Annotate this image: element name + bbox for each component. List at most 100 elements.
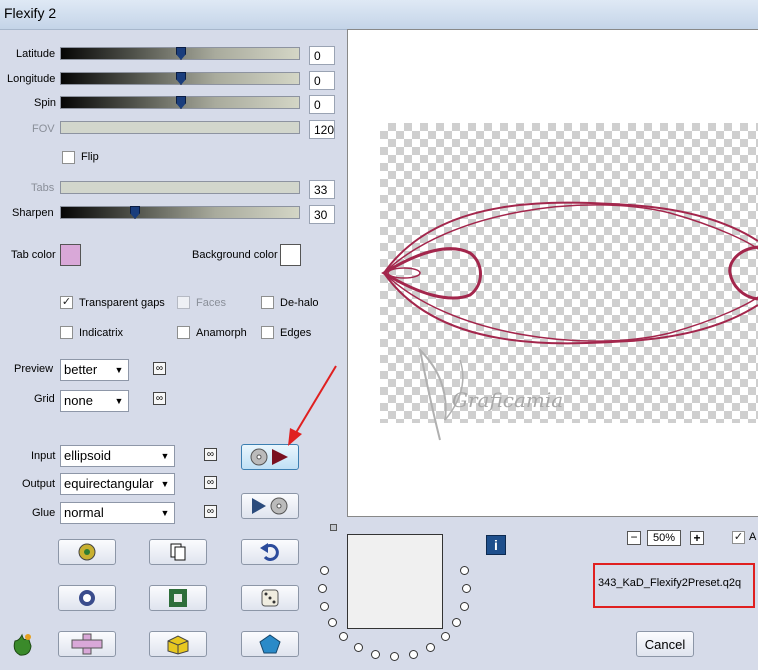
preview-value: better — [64, 362, 98, 377]
sharpen-thumb[interactable] — [130, 206, 140, 219]
compass-dot[interactable] — [371, 649, 381, 659]
compass-dot[interactable] — [440, 632, 450, 642]
de-halo-label: De-halo — [280, 297, 319, 309]
undo-button[interactable] — [241, 539, 299, 565]
compass-dot[interactable] — [354, 642, 363, 652]
grid-link-icon[interactable]: ∞ — [153, 392, 166, 405]
compass-dot[interactable] — [339, 632, 349, 642]
indicatrix-checkbox[interactable] — [60, 326, 73, 339]
transparent-gaps-checkbox[interactable]: ✓ — [60, 296, 73, 309]
spin-thumb[interactable] — [176, 96, 186, 109]
cube-button[interactable] — [149, 631, 207, 657]
input-link-icon[interactable]: ∞ — [204, 448, 217, 461]
fov-slider — [60, 121, 300, 134]
preview-link-icon[interactable]: ∞ — [153, 362, 166, 375]
zoom-in-button[interactable]: + — [690, 531, 704, 545]
output-select[interactable]: equirectangular ▼ — [60, 473, 175, 495]
longitude-input[interactable]: 0 — [309, 71, 335, 90]
tabs-input[interactable]: 33 — [309, 180, 335, 199]
watermark-text: Graficamia — [452, 388, 564, 412]
hand-logo-icon — [13, 633, 32, 656]
copy-icon — [170, 543, 186, 561]
spin-input[interactable]: 0 — [309, 95, 335, 114]
square-button[interactable] — [149, 585, 207, 611]
latitude-thumb[interactable] — [176, 47, 186, 60]
compass-ring[interactable] — [316, 530, 476, 670]
random-button[interactable] — [241, 585, 299, 611]
chevron-down-icon: ▼ — [110, 391, 128, 411]
sharpen-label: Sharpen — [12, 207, 54, 219]
settings-button[interactable] — [58, 539, 116, 565]
compass-dot[interactable] — [459, 566, 469, 576]
spin-slider[interactable] — [60, 96, 300, 109]
input-value: ellipsoid — [64, 448, 111, 463]
output-link-icon[interactable]: ∞ — [204, 476, 217, 489]
edges-label: Edges — [280, 327, 312, 339]
longitude-thumb[interactable] — [176, 72, 186, 85]
grid-value: none — [64, 393, 93, 408]
preset-name: 343_KaD_Flexify2Preset.q2q — [598, 577, 742, 589]
compass-dot[interactable] — [452, 618, 462, 627]
compass-dot[interactable] — [408, 649, 418, 659]
chevron-down-icon: ▼ — [156, 474, 174, 494]
chevron-down-icon: ▼ — [156, 446, 174, 466]
copy-button[interactable] — [149, 539, 207, 565]
pentagon-icon — [259, 634, 281, 654]
compass-dot[interactable] — [390, 652, 399, 661]
tabs-label: Tabs — [31, 182, 55, 194]
tab-color-label: Tab color — [11, 249, 56, 261]
zoom-out-button[interactable]: − — [627, 531, 641, 545]
edges-checkbox[interactable] — [261, 326, 274, 339]
input-select[interactable]: ellipsoid ▼ — [60, 445, 175, 467]
grid-select[interactable]: none ▼ — [60, 390, 129, 412]
compass-dot[interactable] — [327, 618, 337, 627]
output-label: Output — [22, 478, 56, 490]
background-color-label: Background color — [192, 249, 278, 261]
transparent-gaps-label: Transparent gaps — [79, 297, 165, 309]
tab-color-swatch[interactable] — [60, 244, 81, 266]
indicatrix-label: Indicatrix — [79, 327, 124, 339]
latitude-input[interactable]: 0 — [309, 46, 335, 65]
auto-label: A — [749, 531, 757, 543]
flip-label: Flip — [81, 151, 99, 163]
app-logo — [10, 631, 34, 657]
compass-dot[interactable] — [426, 642, 435, 652]
compass-dot[interactable] — [459, 601, 469, 611]
window-title: Flexify 2 — [4, 5, 57, 21]
compass-dot[interactable] — [320, 566, 330, 576]
cancel-button[interactable]: Cancel — [636, 631, 694, 657]
background-color-swatch[interactable] — [280, 244, 301, 266]
cross-icon — [71, 633, 103, 655]
settings-ball-icon — [78, 543, 96, 561]
de-halo-checkbox[interactable] — [261, 296, 274, 309]
compass-dot[interactable] — [318, 584, 327, 593]
sharpen-slider[interactable] — [60, 206, 300, 219]
watermark: Graficamia — [400, 340, 570, 450]
input-label: Input — [31, 450, 56, 462]
auto-checkbox[interactable]: ✓ — [732, 531, 745, 544]
glue-link-icon[interactable]: ∞ — [204, 505, 217, 518]
flip-checkbox[interactable] — [62, 151, 75, 164]
square-icon — [169, 589, 187, 607]
chevron-down-icon: ▼ — [110, 360, 128, 380]
pentagon-button[interactable] — [241, 631, 299, 657]
play-cd-icon — [252, 497, 288, 515]
preview-label: Preview — [14, 363, 54, 375]
shape-button[interactable] — [58, 631, 116, 657]
tabs-slider — [60, 181, 300, 194]
fov-input[interactable]: 120 — [309, 120, 335, 139]
lens-button[interactable] — [58, 585, 116, 611]
grid-label: Grid — [34, 393, 55, 405]
sharpen-input[interactable]: 30 — [309, 205, 335, 224]
compass-dot[interactable] — [462, 584, 471, 593]
compass-dot[interactable] — [320, 601, 330, 611]
glue-select[interactable]: normal ▼ — [60, 502, 175, 524]
preview-select[interactable]: better ▼ — [60, 359, 129, 381]
longitude-slider[interactable] — [60, 72, 300, 85]
latitude-slider[interactable] — [60, 47, 300, 60]
info-icon[interactable]: i — [486, 535, 506, 555]
title-bar — [0, 0, 758, 30]
anamorph-checkbox[interactable] — [177, 326, 190, 339]
output-to-input-button[interactable] — [241, 493, 299, 519]
glue-label: Glue — [32, 507, 56, 519]
